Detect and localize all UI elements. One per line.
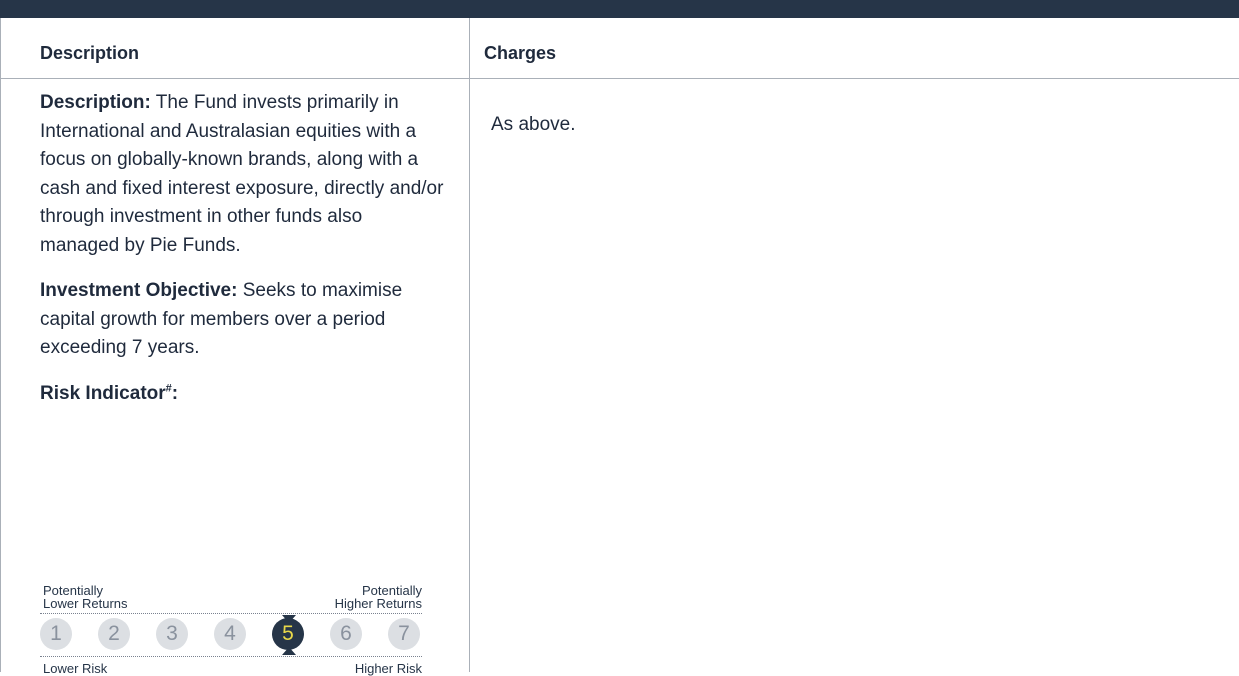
label-lower-risk: Lower Risk [43,661,108,676]
header-description: Description [40,43,140,63]
pointer-up-icon [282,647,296,655]
risk-level-4: 4 [214,618,246,650]
description-paragraph: Description: The Fund invests primarily … [40,89,444,260]
risk-level-6: 6 [330,618,362,650]
label-higher-risk: Higher Risk [354,661,422,676]
risk-heading: Risk Indicator#: [40,380,444,409]
risk-label: Risk Indicator [40,382,166,404]
description-cell: Description: The Fund invests primarily … [40,89,444,425]
risk-level-7: 7 [388,618,420,650]
description-label: Description: [40,92,151,113]
charges-cell: As above. [491,114,576,135]
risk-level-2: 2 [98,618,130,650]
description-text: The Fund invests primarily in Internatio… [40,92,444,256]
risk-dotted-line-bottom [40,656,422,657]
risk-level-3: 3 [156,618,188,650]
risk-dotted-line-top [40,613,422,614]
objective-paragraph: Investment Objective: Seeks to maximise … [40,277,444,363]
risk-level-5: 5 [272,618,304,650]
label-lower-returns: Potentially Lower Returns [43,583,128,611]
header-divider [0,78,1239,79]
column-divider [469,18,470,672]
header-charges: Charges [484,43,557,63]
objective-label: Investment Objective: [40,280,238,301]
label-higher-returns: Potentially Higher Returns [334,583,422,611]
risk-indicator: Potentially Lower Returns Potentially Hi… [40,578,422,675]
risk-level-1: 1 [40,618,72,650]
top-bar [0,0,1239,18]
table-left-border [0,18,1,672]
risk-colon: : [171,382,179,404]
